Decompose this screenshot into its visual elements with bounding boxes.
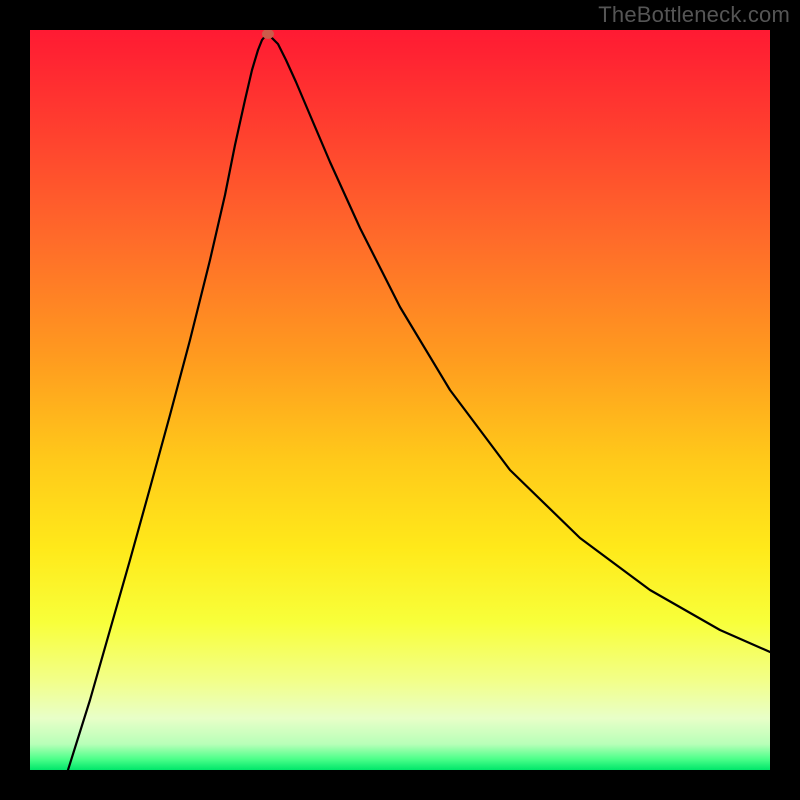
bottleneck-curve-line	[68, 35, 770, 770]
chart-plot-area	[30, 30, 770, 770]
watermark-text: TheBottleneck.com	[598, 2, 790, 28]
chart-svg	[30, 30, 770, 770]
